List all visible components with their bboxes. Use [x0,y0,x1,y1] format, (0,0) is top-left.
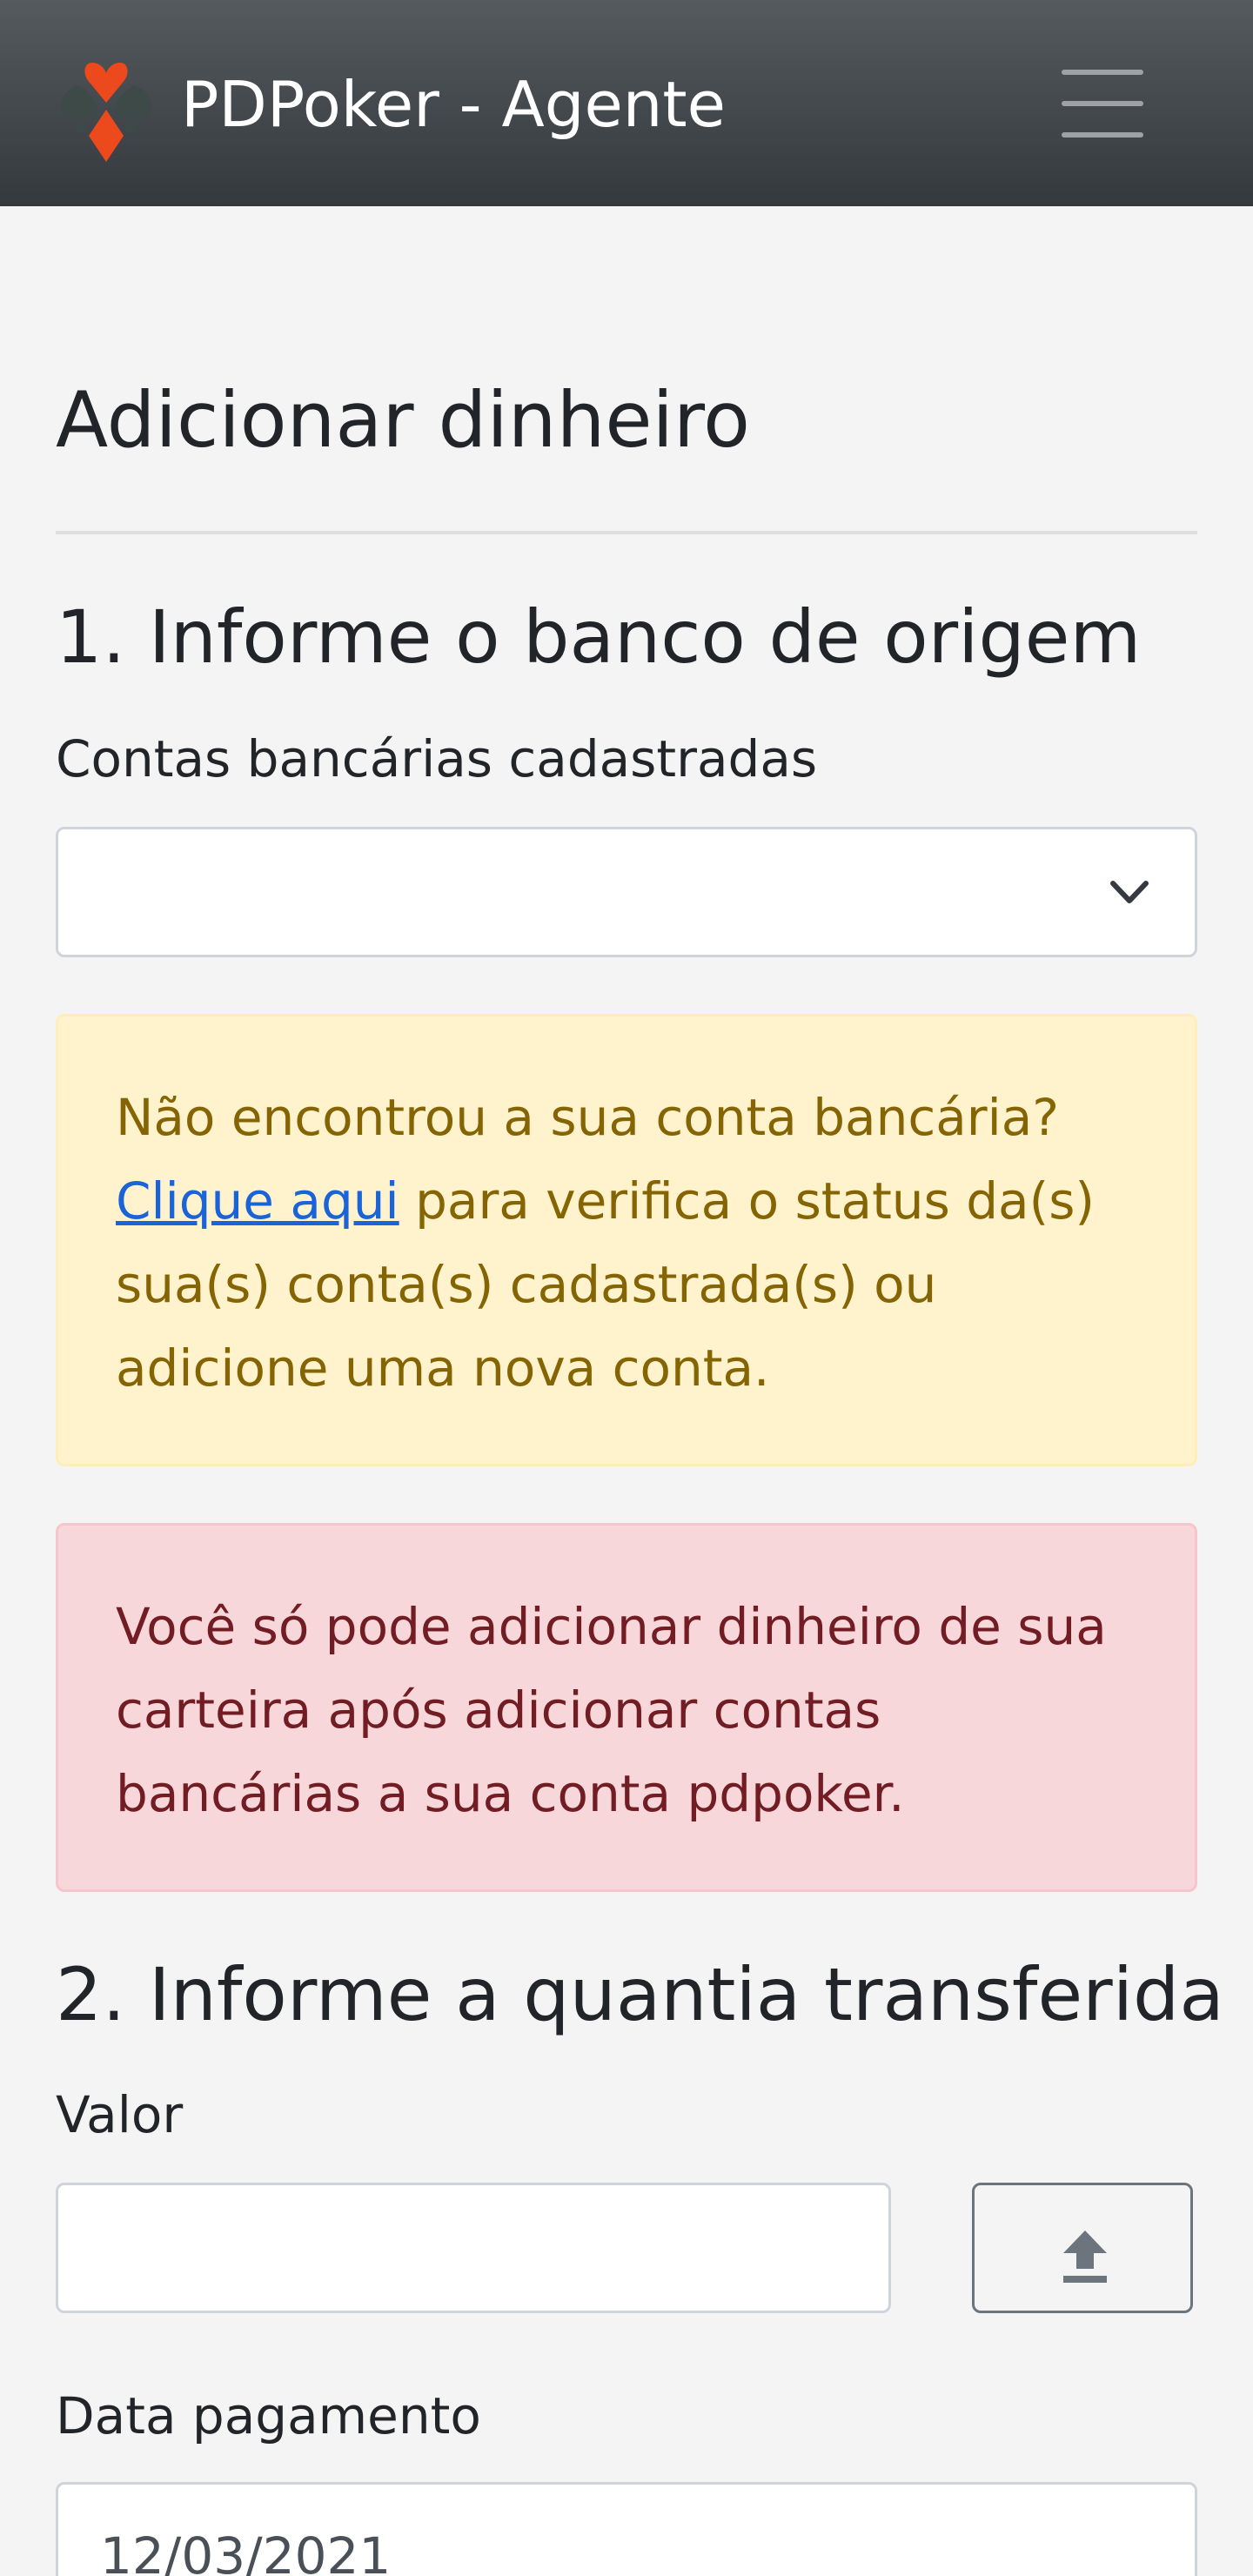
title-divider [56,531,1197,534]
upload-icon [1063,2231,1107,2283]
upload-receipt-button[interactable] [972,2183,1193,2313]
hamburger-menu-icon[interactable] [1055,64,1150,143]
section-1-title: 1. Informe o banco de origem [56,594,1142,680]
page-title: Adicionar dinheiro [56,375,751,465]
bank-accounts-label: Contas bancárias cadastradas [56,729,818,788]
click-here-link[interactable]: Clique aqui [116,1171,399,1231]
payment-date-input[interactable] [56,2482,1197,2576]
no-accounts-error-alert: Você só pode adicionar dinheiro de sua c… [56,1523,1197,1892]
chevron-down-icon [1110,881,1149,903]
value-input[interactable] [56,2183,891,2313]
value-label: Valor [56,2085,184,2144]
poker-suits-logo-icon [60,63,152,162]
payment-date-label: Data pagamento [56,2386,481,2445]
top-navbar: PDPoker - Agente [0,0,1253,206]
section-2-title: 2. Informe a quantia transferida [56,1952,1224,2037]
brand-title[interactable]: PDPoker - Agente [181,61,726,148]
error-message-text: Você só pode adicionar dinheiro de sua c… [116,1597,1107,1823]
alert-intro-text: Não encontrou a sua conta bancária? [116,1088,1060,1147]
account-not-found-alert: Não encontrou a sua conta bancária? Cliq… [56,1014,1197,1466]
bank-accounts-select[interactable] [56,827,1197,957]
